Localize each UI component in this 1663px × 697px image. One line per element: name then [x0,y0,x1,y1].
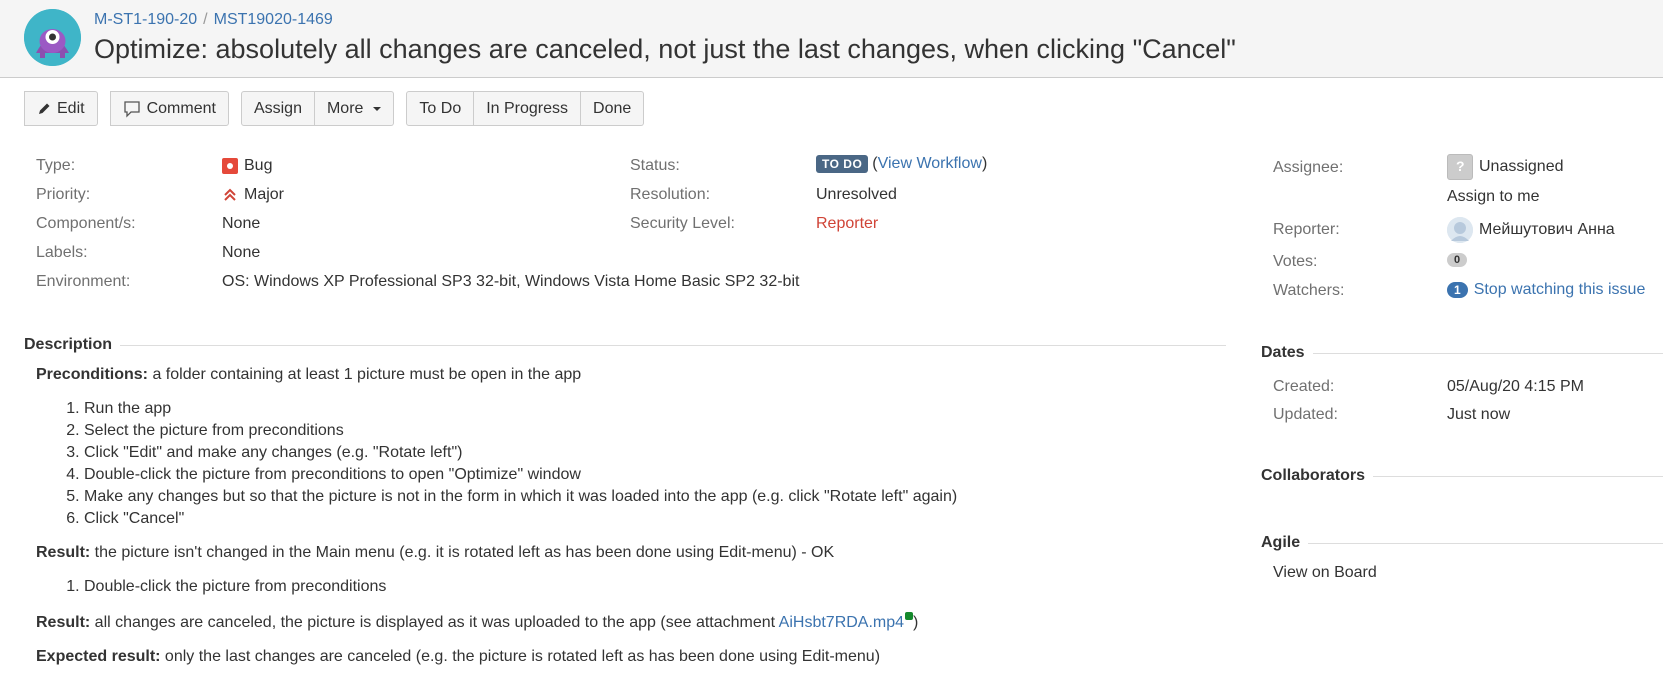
comment-label: Comment [146,99,216,117]
environment-label: Environment: [36,273,131,290]
issue-title[interactable]: Optimize: absolutely all changes are can… [94,34,1236,65]
resolution-label: Resolution: [630,186,711,203]
result2-paragraph: Result: all changes are canceled, the pi… [36,612,1136,634]
unassigned-avatar-icon [1447,154,1473,180]
chevron-down-icon [373,106,382,111]
dates-section-heading: Dates [1261,344,1663,362]
result2-close: ) [913,614,919,631]
todo-button[interactable]: To Do [406,91,475,126]
reporter-value: Мейшутович Анна [1447,217,1615,243]
preconditions-label: Preconditions: [36,366,149,383]
reporter-avatar [1447,217,1473,243]
type-text: Bug [244,157,273,174]
attachment-link[interactable]: AiHsbt7RDA.mp4 [779,614,904,631]
preconditions-text: a folder containing at least 1 picture m… [148,366,582,383]
bug-icon [222,158,238,174]
status-label: Status: [630,157,680,174]
resolution-value: Unresolved [816,186,897,203]
type-label: Type: [36,157,76,174]
agile-section-heading: Agile [1261,534,1663,552]
status-value: TO DO (View Workflow) [816,155,987,173]
edit-label: Edit [57,99,85,117]
agile-heading: Agile [1261,534,1301,551]
reporter-text[interactable]: Мейшутович Анна [1479,221,1615,239]
watchers-value: 1 Stop watching this issue [1447,281,1645,299]
watchers-count-badge[interactable]: 1 [1447,282,1468,298]
edit-button[interactable]: Edit [24,91,98,126]
votes-value: 0 [1447,253,1468,267]
type-value: Bug [222,157,272,175]
done-button[interactable]: Done [581,91,645,126]
preconditions-paragraph: Preconditions: a folder containing at le… [36,364,1136,386]
breadcrumb-issue-link[interactable]: MST19020-1469 [214,11,333,28]
workflow-close-paren: ) [981,155,988,172]
comment-button[interactable]: Comment [109,91,229,126]
components-label: Component/s: [36,215,136,232]
votes-count-badge[interactable]: 0 [1447,253,1468,267]
step-item: Make any changes but so that the picture… [84,486,1136,508]
comment-icon [123,100,140,118]
more-button[interactable]: More [314,91,395,126]
labels-label: Labels: [36,244,88,261]
result1-text: the picture isn't changed in the Main me… [90,544,835,561]
watchers-label: Watchers: [1273,282,1345,299]
step-item: Select the picture from preconditions [84,420,1136,442]
dates-heading: Dates [1261,344,1305,361]
collaborators-section-heading: Collaborators [1261,467,1663,485]
collaborators-heading: Collaborators [1261,467,1366,484]
result2-text: all changes are canceled, the picture is… [90,614,779,631]
steps2-list: Double-click the picture from preconditi… [36,576,1136,598]
updated-label: Updated: [1273,406,1338,423]
breadcrumb-separator: / [203,11,208,28]
description-body: Preconditions: a folder containing at le… [36,364,1136,668]
votes-label: Votes: [1273,253,1318,270]
result1-paragraph: Result: the picture isn't changed in the… [36,542,1136,564]
assign-to-me-link[interactable]: Assign to me [1447,188,1539,206]
priority-major-icon [224,188,236,201]
step-item: Run the app [84,398,1136,420]
status-badge: TO DO [816,155,869,173]
result1-label: Result: [36,544,91,561]
assignee-label: Assignee: [1273,159,1344,176]
more-label: More [326,99,364,117]
updated-value: Just now [1447,406,1511,423]
in-progress-button[interactable]: In Progress [474,91,582,126]
reporter-label: Reporter: [1273,221,1340,238]
step-item: Double-click the picture from preconditi… [84,576,1136,598]
stop-watching-link[interactable]: Stop watching this issue [1474,281,1646,299]
assignee-text: Unassigned [1479,158,1564,175]
issue-toolbar: Edit Comment Assign More To Do In Progre… [24,91,656,126]
components-value: None [222,215,261,232]
assignee-value: Unassigned [1447,154,1564,180]
environment-value: OS: Windows XP Professional SP3 32-bit, … [222,273,800,290]
expected-text: only the last changes are canceled (e.g.… [160,648,881,665]
expected-label: Expected result: [36,648,161,665]
steps-list: Run the appSelect the picture from preco… [36,398,1136,530]
expected-paragraph: Expected result: only the last changes a… [36,646,1136,668]
assign-button[interactable]: Assign [240,91,315,126]
description-heading: Description [24,336,113,353]
description-section-heading: Description [24,336,1226,354]
view-on-board-link[interactable]: View on Board [1273,564,1377,582]
breadcrumb: M-ST1-190-20 / MST19020-1469 [94,11,333,29]
security-level-label: Security Level: [630,215,735,232]
project-avatar-icon[interactable] [24,9,81,66]
security-level-value: Reporter [816,215,879,232]
created-value: 05/Aug/20 4:15 PM [1447,378,1584,395]
step-item: Click "Edit" and make any changes (e.g. … [84,442,1136,464]
attachment-icon [905,612,914,620]
view-workflow-link[interactable]: View Workflow [878,155,982,173]
created-label: Created: [1273,378,1335,395]
step-item: Double-click the picture from preconditi… [84,464,1136,486]
breadcrumb-project-link[interactable]: M-ST1-190-20 [94,11,197,28]
pencil-icon [39,103,50,114]
priority-value: Major [222,186,284,204]
result2-label: Result: [36,614,91,631]
priority-label: Priority: [36,186,91,203]
step-item: Click "Cancel" [84,508,1136,530]
priority-text: Major [244,186,285,203]
labels-value: None [222,244,261,261]
issue-header: M-ST1-190-20 / MST19020-1469 Optimize: abs… [0,0,1663,78]
